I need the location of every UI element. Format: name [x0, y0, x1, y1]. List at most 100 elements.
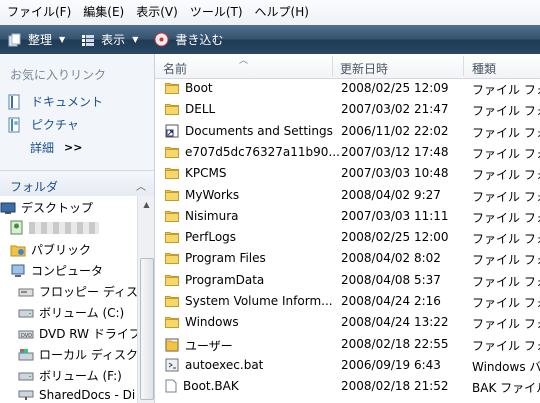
file-row[interactable]: Nisimura 2007/03/03 11:11 ファイル フォ [155, 206, 540, 227]
folder-icon [165, 231, 179, 244]
scroll-up-icon[interactable]: ▲ [138, 196, 154, 213]
tree-item-label: パブリック [31, 243, 92, 257]
burn-disc-icon [154, 32, 169, 47]
file-name-cell[interactable]: MyWorks [165, 188, 239, 202]
file-modified: 2006/11/02 22:02 [341, 123, 449, 138]
file-type: ファイル フォ [472, 317, 540, 332]
folder-icon [165, 189, 179, 201]
tree-item-volume-f[interactable]: ボリューム (F:) [18, 367, 122, 384]
file-modified: 2008/04/08 5:37 [341, 272, 441, 287]
folders-header[interactable]: フォルダ ︿ [0, 172, 154, 197]
file-row[interactable]: Windows 2008/04/24 13:22 ファイル フォ [155, 312, 540, 333]
column-divider[interactable] [463, 56, 464, 76]
file-name-cell[interactable]: Program Files [165, 251, 266, 265]
file-row[interactable]: ProgramData 2008/04/08 5:37 ファイル フォ [155, 270, 540, 291]
tree-item-computer[interactable]: コンピュータ [10, 262, 103, 279]
burn-button[interactable]: 書き込む [146, 25, 231, 54]
file-modified: 2008/04/02 8:02 [341, 251, 441, 266]
chevron-up-icon[interactable]: ︿ [136, 178, 146, 193]
dvd-icon: DVD [18, 328, 34, 340]
menu-help[interactable]: ヘルプ(H) [248, 0, 314, 25]
favorite-link-documents[interactable]: ドキュメント [8, 93, 103, 110]
tree-item-public[interactable]: パブリック [10, 241, 91, 258]
tree-item-local-disk[interactable]: ローカル ディスク [18, 346, 137, 363]
folder-icon [165, 295, 179, 307]
tree-item-label: ボリューム (C:) [39, 306, 125, 320]
column-header-name[interactable]: 名前 [163, 60, 187, 77]
tree-item-label: デスクトップ [21, 201, 94, 215]
file-name-cell[interactable]: System Volume Inform... [165, 294, 333, 308]
file-name-cell[interactable]: Nisimura [165, 209, 238, 223]
tree-item-volume-c[interactable]: ボリューム (C:) [18, 304, 124, 321]
menu-file[interactable]: ファイル(F) [0, 0, 76, 25]
file-row[interactable]: DELL 2007/03/02 21:47 ファイル フォ [155, 99, 540, 120]
file-name: Nisimura [185, 208, 239, 223]
tree-item-user[interactable] [10, 220, 99, 235]
file-name-cell[interactable]: PerfLogs [165, 230, 236, 244]
file-type: ファイル フォ [472, 232, 540, 247]
folder-icon [165, 210, 179, 222]
file-type: ファイル フォ [472, 210, 540, 225]
file-row[interactable]: Documents and Settings 2006/11/02 22:02 ファ… [155, 121, 540, 142]
file-type: ファイル フォ [472, 274, 540, 289]
file-row[interactable]: MyWorks 2008/04/02 9:27 ファイル フォ [155, 185, 540, 206]
file-name: KPCMS [185, 166, 227, 181]
views-label: 表示 [101, 33, 126, 47]
scrollbar-thumb[interactable] [140, 258, 154, 400]
file-type: ファイル フォ [472, 253, 540, 268]
file-name-cell[interactable]: e707d5dc76327a11b90... [165, 145, 340, 159]
file-name: PerfLogs [185, 230, 237, 245]
sort-ascending-icon: ︿ [239, 56, 249, 66]
column-header-modified[interactable]: 更新日時 [340, 60, 388, 77]
tree-scrollbar[interactable]: ▲ [137, 196, 154, 403]
file-type: ファイル フォ [472, 146, 540, 161]
file-type: ファイル フォ [472, 189, 540, 204]
file-type: BAK ファイル [472, 381, 540, 396]
file-row[interactable]: ユーザー 2008/02/18 22:55 ファイル フォ [155, 334, 540, 355]
menu-view[interactable]: 表示(V) [129, 0, 183, 25]
file-modified: 2008/02/18 21:52 [341, 379, 449, 394]
file-row[interactable]: e707d5dc76327a11b90... 2007/03/12 17:48 ファ… [155, 142, 540, 163]
folder-icon [165, 146, 179, 158]
chevron-down-icon: ▼ [59, 35, 66, 44]
tree-item-dvd[interactable]: DVD DVD RW ドライブ [18, 325, 137, 342]
favorite-label: ピクチャ [31, 118, 79, 132]
file-name-cell[interactable]: ProgramData [165, 273, 264, 287]
file-name-cell[interactable]: Windows [165, 315, 239, 329]
menu-tools[interactable]: ツール(T) [183, 0, 248, 25]
tree-item-desktop[interactable]: デスクトップ [0, 199, 93, 216]
file-name-cell[interactable]: autoexec.bat [165, 358, 263, 372]
file-name-cell[interactable]: KPCMS [165, 166, 226, 180]
column-header-type[interactable]: 種類 [472, 60, 496, 77]
file-list: ︿ 名前 更新日時 種類 Boot 2008/02/25 12:09 ファイル フォ… [155, 54, 540, 403]
tree-item-floppy[interactable]: フロッピー ディスク [18, 283, 137, 300]
column-divider[interactable] [332, 56, 333, 76]
folder-icon [165, 316, 179, 329]
file-name-cell[interactable]: Boot [165, 81, 213, 95]
menu-edit[interactable]: 編集(E) [76, 0, 129, 25]
file-row[interactable]: PerfLogs 2008/02/25 12:00 ファイル フォ [155, 227, 540, 248]
favorite-link-pictures[interactable]: ピクチャ [8, 116, 79, 133]
file-modified: 2007/03/12 17:48 [341, 144, 449, 159]
file-name: Boot.BAK [183, 379, 239, 394]
organize-label: 整理 [28, 33, 53, 47]
details-link[interactable]: 詳細 >> [30, 139, 82, 156]
file-row[interactable]: autoexec.bat 2006/09/19 6:43 Windows バ [155, 355, 540, 376]
file-row[interactable]: Boot 2008/02/25 12:09 ファイル フォ [155, 78, 540, 99]
folder-icon [165, 103, 179, 116]
file-row[interactable]: Boot.BAK 2008/02/18 21:52 BAK ファイル [155, 376, 540, 397]
users-folder-icon [165, 338, 179, 352]
file-modified: 2008/02/18 22:55 [341, 336, 449, 351]
file-name-cell[interactable]: Documents and Settings [165, 124, 333, 138]
file-row[interactable]: Program Files 2008/04/02 8:02 ファイル フォ [155, 248, 540, 269]
file-row[interactable]: KPCMS 2007/03/03 10:48 ファイル フォ [155, 163, 540, 184]
tree-item-label: DVD RW ドライブ [39, 327, 137, 341]
tree-item-shared-docs[interactable]: SharedDocs - Di [18, 388, 135, 402]
views-button[interactable]: 表示 ▼ [73, 25, 146, 54]
file-name-cell[interactable]: DELL [165, 102, 215, 116]
file-name-cell[interactable]: Boot.BAK [165, 379, 239, 393]
file-row[interactable]: System Volume Inform... 2008/04/24 2:16 ファ… [155, 291, 540, 312]
organize-button[interactable]: 整理 ▼ [0, 25, 73, 54]
file-name-cell[interactable]: ユーザー [165, 337, 233, 354]
user-folder-icon [10, 220, 24, 235]
